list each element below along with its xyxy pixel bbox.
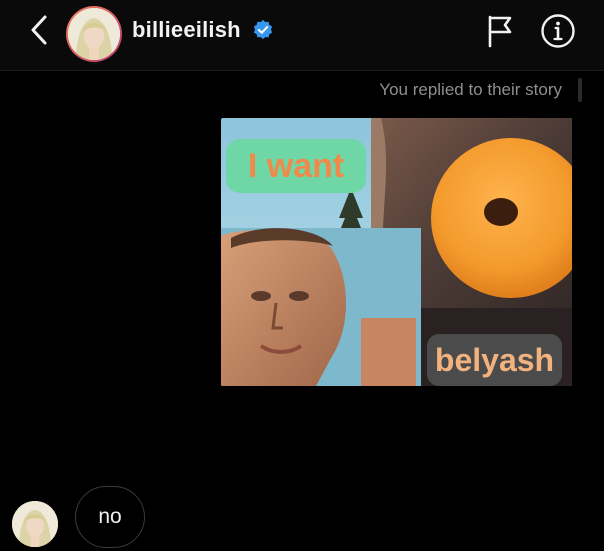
chat-username[interactable]: billieeilish xyxy=(132,17,241,43)
report-button[interactable] xyxy=(486,14,514,48)
back-button[interactable] xyxy=(24,12,54,48)
story-sticker-bottom: belyash xyxy=(427,334,562,386)
story-reply-note: You replied to their story xyxy=(379,80,562,99)
sender-avatar[interactable] xyxy=(12,501,58,547)
profile-avatar[interactable] xyxy=(66,6,122,62)
flag-icon xyxy=(488,15,512,48)
chevron-left-icon xyxy=(31,15,47,45)
chat-header: billieeilish xyxy=(0,0,604,71)
story-sticker-top: I want xyxy=(226,139,366,193)
info-button[interactable] xyxy=(540,13,576,49)
verified-badge-icon xyxy=(253,19,273,40)
incoming-message-bubble[interactable]: no xyxy=(75,486,145,548)
info-icon xyxy=(541,14,575,48)
scrollbar[interactable] xyxy=(578,78,582,102)
